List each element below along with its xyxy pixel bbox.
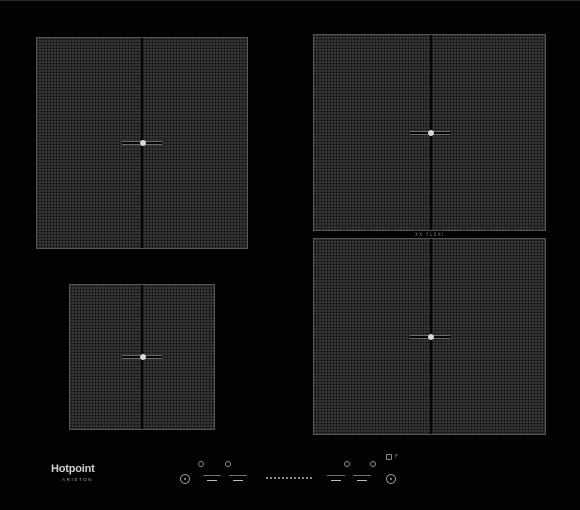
brand-logo: Hotpoint ARISTON	[51, 463, 101, 489]
lock-label: F	[395, 454, 398, 460]
cooking-zone-top-right[interactable]	[313, 34, 546, 231]
zone-center-indicator	[428, 130, 434, 136]
minus-icon[interactable]	[203, 475, 221, 483]
slider-step	[310, 477, 312, 479]
slider-step	[302, 477, 304, 479]
flexi-zone-label: XX FLEXI	[415, 232, 445, 237]
power-icon[interactable]	[386, 474, 396, 484]
plus-icon[interactable]	[353, 475, 371, 483]
slider-step	[270, 477, 272, 479]
zone-center-indicator	[140, 140, 146, 146]
induction-hob: XX FLEXI Hotpoint ARISTON F	[0, 0, 580, 510]
slider-step	[286, 477, 288, 479]
zone-center-indicator	[140, 354, 146, 360]
slider-step	[290, 477, 292, 479]
cooking-zone-bottom-left[interactable]	[69, 284, 215, 430]
zone-center-indicator	[428, 334, 434, 340]
slider-step	[278, 477, 280, 479]
timer-icon[interactable]	[198, 461, 204, 467]
minus-icon[interactable]	[327, 475, 345, 483]
brand-name: Hotpoint	[51, 463, 95, 475]
cooking-zone-bottom-right[interactable]	[313, 238, 546, 435]
slider-step	[266, 477, 268, 479]
slider-step	[282, 477, 284, 479]
timer-icon[interactable]	[370, 461, 376, 467]
slider-step	[306, 477, 308, 479]
timer-icon[interactable]	[225, 461, 231, 467]
lock-icon[interactable]	[386, 454, 392, 460]
timer-icon[interactable]	[344, 461, 350, 467]
power-icon[interactable]	[180, 474, 190, 484]
cooking-zone-top-left[interactable]	[36, 37, 248, 249]
plus-icon[interactable]	[229, 475, 247, 483]
slider-step	[274, 477, 276, 479]
slider-step	[294, 477, 296, 479]
slider-step	[298, 477, 300, 479]
power-level-slider[interactable]	[266, 475, 313, 481]
brand-subname: ARISTON	[62, 477, 94, 482]
